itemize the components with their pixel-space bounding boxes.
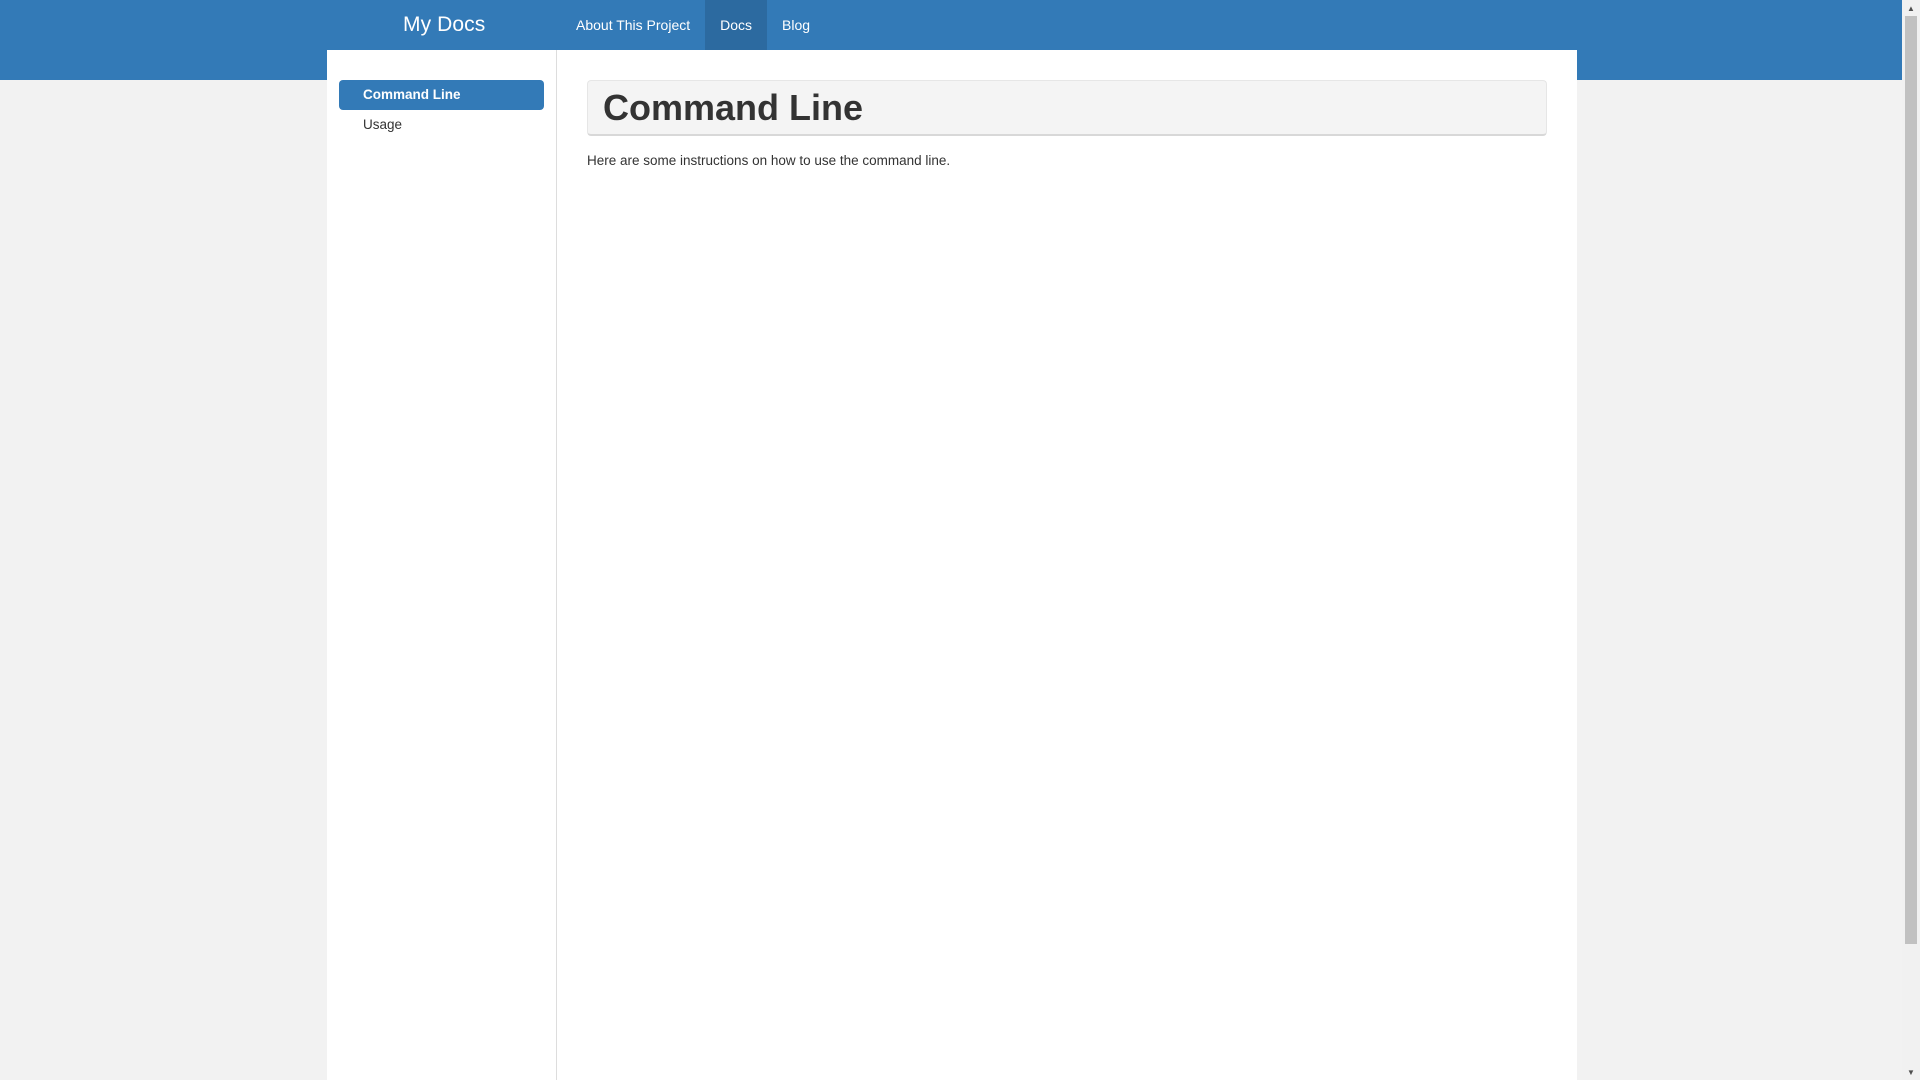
scroll-down-icon[interactable]: ▼ [1902,1064,1920,1080]
scroll-up-icon[interactable]: ▲ [1902,0,1920,16]
page: My Docs About This Project Docs Blog Com… [0,0,1920,1080]
scrollbar-thumb[interactable] [1905,16,1917,944]
sidebar-item-usage[interactable]: Usage [339,110,544,140]
nav-about-link[interactable]: About This Project [561,0,705,50]
page-title-box: Command Line [587,80,1547,136]
docs-sidebar: Command Line Usage [327,50,557,1080]
brand-link[interactable]: My Docs [327,0,561,50]
main-nav: My Docs About This Project Docs Blog [327,0,1577,50]
main-content: Command Line Here are some instructions … [587,80,1547,168]
nav-blog-link[interactable]: Blog [767,0,825,50]
vertical-scrollbar[interactable]: ▲ ▼ [1902,0,1920,1080]
nav-docs-link[interactable]: Docs [705,0,768,50]
sidebar-item-command-line[interactable]: Command Line [339,80,544,110]
body-text: Here are some instructions on how to use… [587,153,951,168]
page-title: Command Line [603,86,864,128]
page-container: Command Line Usage Command Line Here are… [327,50,1577,1080]
